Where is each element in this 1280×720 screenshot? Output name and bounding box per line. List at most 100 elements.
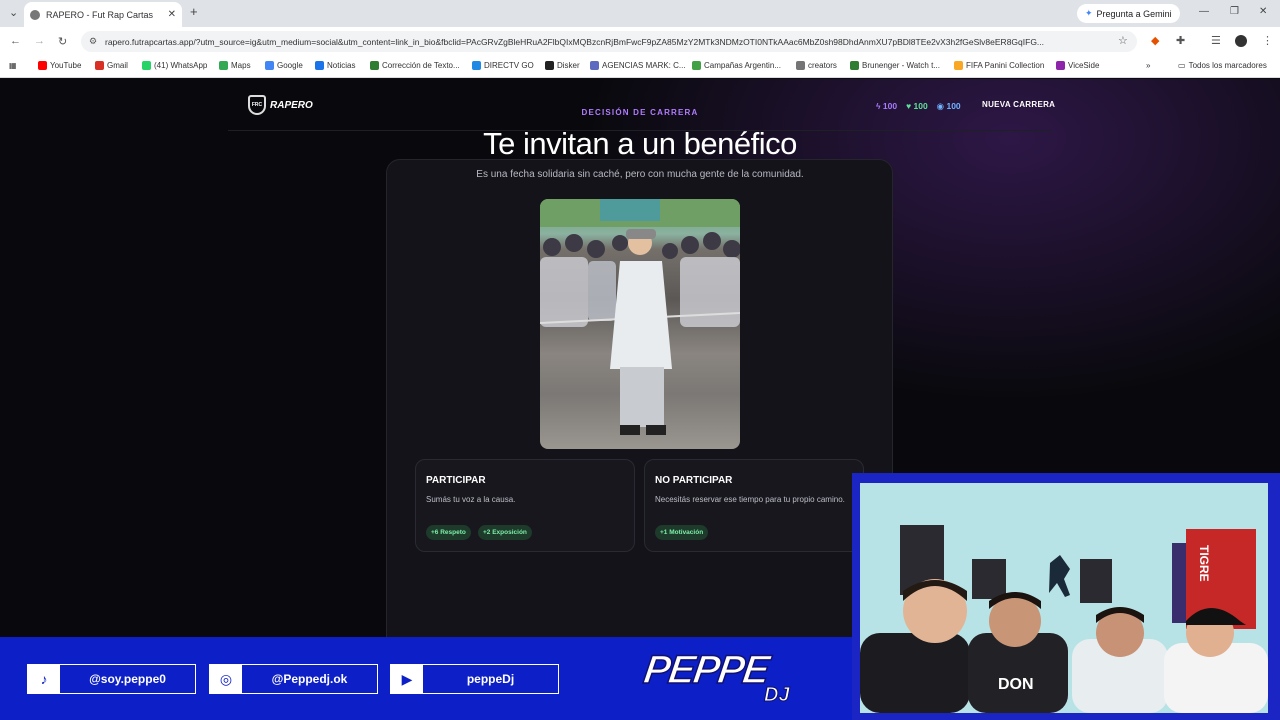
instagram-handle-box: ◎ @Peppedj.ok xyxy=(209,664,378,694)
bookmark-favicon-icon xyxy=(692,61,701,70)
extensions-puzzle-icon[interactable]: ✚ xyxy=(1176,34,1185,47)
all-bookmarks-label: Todos los marcadores xyxy=(1188,61,1267,70)
event-photo xyxy=(540,199,740,449)
instagram-icon: ◎ xyxy=(210,665,242,693)
card-subtitle: Es una fecha solidaria sin caché, pero c… xyxy=(476,169,804,180)
youtube-handle-box: ▶ peppeDj xyxy=(390,664,559,694)
bookmark-item[interactable]: (41) WhatsApp xyxy=(142,61,207,70)
streamer-logo-main: PEPPE xyxy=(640,647,771,693)
bookmark-item[interactable]: Corrección de Texto... xyxy=(370,61,460,70)
bookmark-label: creators xyxy=(808,61,837,70)
browser-tab-bar: ⌄ RAPERO - Fut Rap Cartas ✕ + ✦ Pregunta… xyxy=(0,0,1280,27)
bookmark-label: Disker xyxy=(557,61,580,70)
option-not-participate[interactable]: NO PARTICIPAR Necesitás reservar ese tie… xyxy=(644,459,864,552)
webcam-banner-text: TIGRE xyxy=(1197,545,1211,582)
url-field[interactable]: ⚙ rapero.futrapcartas.app/?utm_source=ig… xyxy=(81,31,1137,52)
bookmark-label: (41) WhatsApp xyxy=(154,61,208,70)
forward-icon[interactable]: → xyxy=(34,35,45,47)
bookmark-item[interactable]: Disker xyxy=(545,61,580,70)
reload-icon[interactable]: ↻ xyxy=(58,35,67,48)
bookmark-favicon-icon xyxy=(590,61,599,70)
bookmark-item[interactable]: DIRECTV GO xyxy=(472,61,534,70)
menu-dots-icon[interactable]: ⋮ xyxy=(1262,34,1273,47)
crowd-image xyxy=(540,199,740,435)
svg-text:DON: DON xyxy=(998,676,1034,693)
card-title: Te invitan a un benéfico xyxy=(483,126,797,161)
bookmark-item[interactable]: creators xyxy=(796,61,837,70)
bookmark-favicon-icon xyxy=(1056,61,1065,70)
bookmark-favicon-icon xyxy=(850,61,859,70)
bookmark-item[interactable]: Noticias xyxy=(315,61,355,70)
bookmark-item[interactable]: FIFA Panini Collection xyxy=(954,61,1044,70)
bookmark-favicon-icon xyxy=(954,61,963,70)
bookmark-label: Campañas Argentin... xyxy=(704,61,781,70)
bookmark-label: Brunenger - Watch t... xyxy=(862,61,940,70)
effect-badge: +2 Exposición xyxy=(478,525,532,540)
bookmark-label: DIRECTV GO xyxy=(484,61,534,70)
tiktok-handle-box: ♪ @soy.peppe0 xyxy=(27,664,196,694)
tab-title: RAPERO - Fut Rap Cartas xyxy=(46,9,154,20)
bookmark-favicon-icon xyxy=(370,61,379,70)
bookmark-favicon-icon xyxy=(219,61,228,70)
gemini-button[interactable]: ✦ Pregunta a Gemini xyxy=(1077,4,1180,23)
bookmark-favicon-icon xyxy=(38,61,47,70)
tab-favicon-icon xyxy=(30,9,40,20)
bookmark-star-icon[interactable]: ☆ xyxy=(1118,34,1128,47)
restore-window-icon[interactable]: ❐ xyxy=(1230,6,1239,17)
card-eyebrow: DECISIÓN DE CARRERA xyxy=(581,108,699,117)
all-bookmarks-folder[interactable]: ▭ Todos los marcadores xyxy=(1178,61,1267,70)
site-info-icon[interactable]: ⚙ xyxy=(89,36,97,47)
youtube-handle: peppeDj xyxy=(423,665,558,693)
folder-icon: ▭ xyxy=(1178,61,1186,70)
bookmark-item[interactable]: ViceSide xyxy=(1056,61,1099,70)
bookmark-label: Gmail xyxy=(107,61,128,70)
bookmark-label: Noticias xyxy=(327,61,356,70)
option-not-participate-desc: Necesitás reservar ese tiempo para tu pr… xyxy=(655,495,845,504)
bookmark-favicon-icon xyxy=(142,61,151,70)
bookmark-item[interactable]: Maps xyxy=(219,61,251,70)
gemini-icon: ✦ xyxy=(1085,8,1093,18)
bookmark-label: YouTube xyxy=(50,61,82,70)
bookmark-favicon-icon xyxy=(315,61,324,70)
webcam-scene: TIGRE DON xyxy=(860,483,1268,713)
option-participate-desc: Sumás tu voz a la causa. xyxy=(426,495,516,504)
new-tab-button[interactable]: + xyxy=(190,4,198,19)
url-text: rapero.futrapcartas.app/?utm_source=ig&u… xyxy=(105,36,1045,47)
tiktok-handle: @soy.peppe0 xyxy=(60,665,195,693)
bookmark-item[interactable]: Gmail xyxy=(95,61,128,70)
side-panel-icon[interactable]: ☰ xyxy=(1211,34,1221,47)
bookmark-item[interactable]: Google xyxy=(265,61,303,70)
effect-badge: +1 Motivación xyxy=(655,525,709,540)
bookmark-favicon-icon xyxy=(95,61,104,70)
bookmark-item[interactable]: AGENCIAS MARK: C... xyxy=(590,61,686,70)
tab-close-icon[interactable]: ✕ xyxy=(168,9,176,20)
effect-badge: +6 Respeto xyxy=(426,525,471,540)
browser-tab[interactable]: RAPERO - Fut Rap Cartas ✕ xyxy=(24,2,182,27)
instagram-handle: @Peppedj.ok xyxy=(242,665,377,693)
extension-icon[interactable]: ◆ xyxy=(1151,34,1159,47)
tiktok-icon: ♪ xyxy=(28,665,60,693)
bookmark-label: Corrección de Texto... xyxy=(382,61,460,70)
option-participate[interactable]: PARTICIPAR Sumás tu voz a la causa. +6 R… xyxy=(415,459,635,552)
close-window-icon[interactable]: ✕ xyxy=(1259,6,1267,17)
bookmark-item[interactable]: Campañas Argentin... xyxy=(692,61,781,70)
bookmark-favicon-icon xyxy=(472,61,481,70)
webcam-feed: TIGRE DON xyxy=(860,483,1268,713)
bookmark-label: Maps xyxy=(231,61,251,70)
bookmark-favicon-icon xyxy=(545,61,554,70)
bookmark-item[interactable]: YouTube xyxy=(38,61,81,70)
bookmark-label: ViceSide xyxy=(1068,61,1100,70)
back-icon[interactable]: ← xyxy=(10,35,21,47)
apps-grid-icon[interactable]: ▦ xyxy=(9,61,17,70)
bookmark-label: FIFA Panini Collection xyxy=(966,61,1045,70)
bookmark-label: Google xyxy=(277,61,303,70)
gemini-button-label: Pregunta a Gemini xyxy=(1096,8,1172,19)
tab-search-icon[interactable]: ⌄ xyxy=(9,6,18,19)
bookmark-favicon-icon xyxy=(265,61,274,70)
address-toolbar: ← → ↻ ⚙ rapero.futrapcartas.app/?utm_sou… xyxy=(0,27,1280,56)
bookmark-item[interactable]: Brunenger - Watch t... xyxy=(850,61,940,70)
profile-avatar[interactable] xyxy=(1235,35,1247,47)
bookmark-favicon-icon xyxy=(796,61,805,70)
bookmarks-overflow-icon[interactable]: » xyxy=(1146,61,1150,70)
minimize-window-icon[interactable]: — xyxy=(1199,6,1209,17)
